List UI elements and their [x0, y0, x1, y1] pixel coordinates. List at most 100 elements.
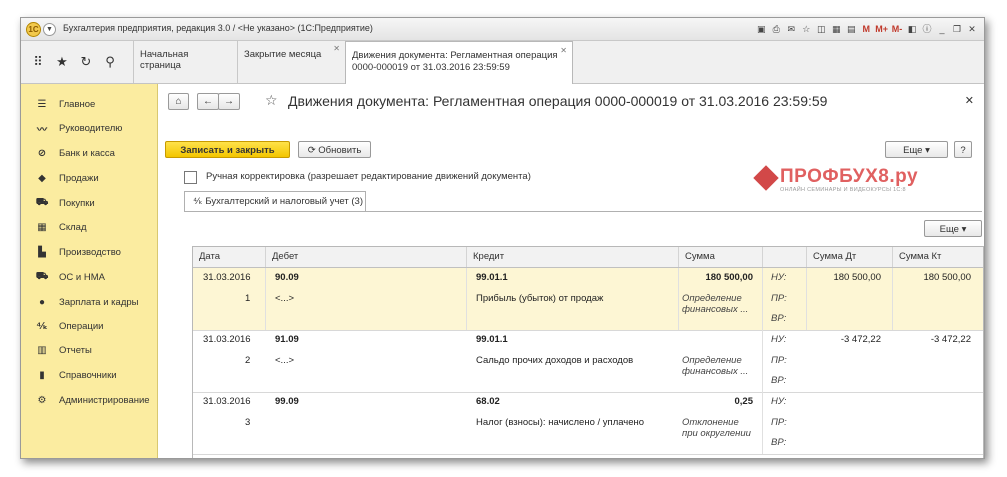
cell-sum: 0,25 [734, 396, 754, 407]
tab-month-close[interactable]: Закрытие месяца ✕ [237, 41, 345, 83]
close-icon[interactable]: ✕ [333, 44, 340, 53]
print-icon[interactable]: ⎙ [770, 22, 782, 36]
favorites-star-icon[interactable]: ★ [55, 54, 69, 70]
manual-adjust-label: Ручная корректировка (разрешает редактир… [206, 171, 531, 182]
sidebar-item-reports[interactable]: ▥ Отчеты [21, 339, 157, 361]
sidebar-item-catalogs[interactable]: ▮ Справочники [21, 364, 157, 386]
tab-document-movements[interactable]: Движения документа: Регламентная операци… [345, 41, 573, 84]
cell-date: 31.03.2016 [203, 396, 251, 407]
manual-adjust-checkbox[interactable] [184, 171, 197, 184]
save-icon[interactable]: ▣ [755, 22, 767, 36]
sidebar-item-manager[interactable]: 〰 Руководителю [21, 117, 157, 139]
cell-line-number: 2 [245, 355, 251, 366]
sidebar-item-label: Справочники [59, 369, 117, 381]
cell-credit-sub: Прибыль (убыток) от продаж [476, 293, 604, 304]
favorite-icon[interactable]: ☆ [800, 22, 812, 36]
sidebar-item-label: Операции [59, 320, 104, 332]
label-nu: НУ: [771, 396, 787, 407]
history-icon[interactable]: ◫ [815, 22, 827, 36]
table-row[interactable]: 31.03.2016 3 99.09 68.02 Налог (взносы):… [193, 392, 983, 455]
column-header-sum[interactable]: Сумма [678, 247, 762, 267]
help-button[interactable]: ? [954, 141, 972, 158]
dropdown-arrow-icon: ▾ [925, 145, 930, 156]
table-row[interactable]: 31.03.2016 1 90.09 <...> 99.01.1 Прибыль… [193, 268, 983, 331]
sidebar-item-label: Банк и касса [59, 147, 115, 159]
apps-grid-icon[interactable]: ⠿ [31, 54, 45, 70]
table-more-button[interactable]: Еще ▾ [924, 220, 982, 237]
dropdown-arrow-icon: ▾ [961, 224, 967, 235]
refresh-button[interactable]: ⟳ Обновить [298, 141, 371, 158]
sidebar-item-operations[interactable]: ⁴⁄ₖ Операции [21, 315, 157, 337]
close-icon[interactable]: ✕ [965, 94, 974, 107]
mail-icon[interactable]: ✉ [785, 22, 797, 36]
memory-m-button[interactable]: M [860, 22, 872, 36]
more-button[interactable]: Еще ▾ [885, 141, 948, 158]
page-title: Движения документа: Регламентная операци… [288, 93, 828, 109]
favorite-star-icon[interactable]: ☆ [265, 92, 278, 109]
app-logo-icon: 1С [26, 22, 41, 37]
tab-home[interactable]: Начальная страница [133, 41, 237, 83]
history-clock-icon[interactable]: ↻ [79, 54, 93, 70]
sidebar-item-warehouse[interactable]: ▦ Склад [21, 216, 157, 238]
sidebar-item-label: Администрирование [59, 394, 150, 406]
gear-icon: ⚙ [37, 394, 47, 406]
cell-credit-sub: Налог (взносы): начислено / уплачено [476, 417, 645, 428]
tab-label: Начальная страница [140, 49, 189, 71]
cell-sum-kt: 180 500,00 [923, 272, 971, 283]
label-pr: ПР: [771, 355, 787, 366]
sidebar-item-salary[interactable]: ● Зарплата и кадры [21, 291, 157, 313]
person-icon: ● [38, 296, 46, 308]
sidebar-item-label: ОС и НМА [59, 271, 105, 283]
back-button[interactable]: ← [197, 93, 219, 110]
memory-plus-button[interactable]: M+ [875, 22, 888, 36]
cell-sum-dt: -3 472,22 [840, 334, 881, 345]
sidebar-item-label: Производство [59, 246, 121, 258]
cell-comment: Определение [682, 293, 742, 304]
column-header-sum-dt[interactable]: Сумма Дт [806, 247, 892, 267]
column-divider [762, 330, 763, 392]
sidebar-item-label: Покупки [59, 197, 95, 209]
bar-chart-icon: ▥ [37, 344, 47, 356]
sidebar-item-sales[interactable]: ◆ Продажи [21, 167, 157, 189]
sidebar-item-assets[interactable]: ⛟ ОС и НМА [21, 266, 157, 288]
forward-button[interactable]: → [218, 93, 240, 110]
tab-accounting[interactable]: ⁴⁄ₖ Бухгалтерский и налоговый учет (3) [184, 191, 366, 211]
save-close-button[interactable]: Записать и закрыть [165, 141, 290, 158]
search-icon[interactable]: ⚲ [103, 54, 117, 70]
label-pr: ПР: [771, 293, 787, 304]
close-window-button[interactable]: ✕ [966, 22, 978, 36]
chevron-down-icon[interactable]: ▼ [43, 23, 56, 36]
factory-icon: ▙ [38, 246, 46, 258]
memory-minus-button[interactable]: M- [891, 22, 903, 36]
column-divider [678, 268, 679, 330]
sidebar-item-admin[interactable]: ⚙ Администрирование [21, 389, 157, 411]
panel-layout-icon[interactable]: ◧ [906, 22, 918, 36]
calendar-icon[interactable]: ▦ [830, 22, 842, 36]
home-button[interactable]: ⌂ [168, 93, 189, 110]
close-icon[interactable]: ✕ [560, 45, 567, 57]
operations-icon: ⁴⁄ₖ [193, 196, 203, 207]
sidebar-item-bank[interactable]: ⊘ Банк и касса [21, 142, 157, 164]
table-row[interactable]: 31.03.2016 2 91.09 <...> 99.01.1 Сальдо … [193, 330, 983, 393]
sidebar-item-main[interactable]: ☰ Главное [21, 93, 157, 115]
cell-date: 31.03.2016 [203, 334, 251, 345]
cart-icon: ⛟ [35, 196, 49, 208]
column-header-date[interactable]: Дата [193, 247, 265, 267]
sidebar-item-production[interactable]: ▙ Производство [21, 241, 157, 263]
calculator-icon[interactable]: ▤ [845, 22, 857, 36]
info-icon[interactable]: ⓘ [921, 22, 933, 36]
column-header-debit[interactable]: Дебет [265, 247, 466, 267]
column-header-sum-kt[interactable]: Сумма Кт [892, 247, 983, 267]
refresh-icon: ⟳ [307, 145, 316, 156]
restore-button[interactable]: ❐ [951, 22, 963, 36]
quick-tools: ⠿ ★ ↻ ⚲ [21, 41, 133, 83]
cell-comment: при округлении [682, 428, 751, 439]
minimize-button[interactable]: _ [936, 22, 948, 36]
cell-comment: Определение [682, 355, 742, 366]
sidebar: ☰ Главное 〰 Руководителю ⊘ Банк и касса ◆ Пр… [21, 84, 158, 458]
column-header-credit[interactable]: Кредит [466, 247, 678, 267]
app-window: 1С ▼ Бухгалтерия предприятия, редакция 3… [20, 17, 985, 459]
column-header-blank [762, 247, 806, 267]
cell-date: 31.03.2016 [203, 272, 251, 283]
sidebar-item-purchases[interactable]: ⛟ Покупки [21, 192, 157, 214]
